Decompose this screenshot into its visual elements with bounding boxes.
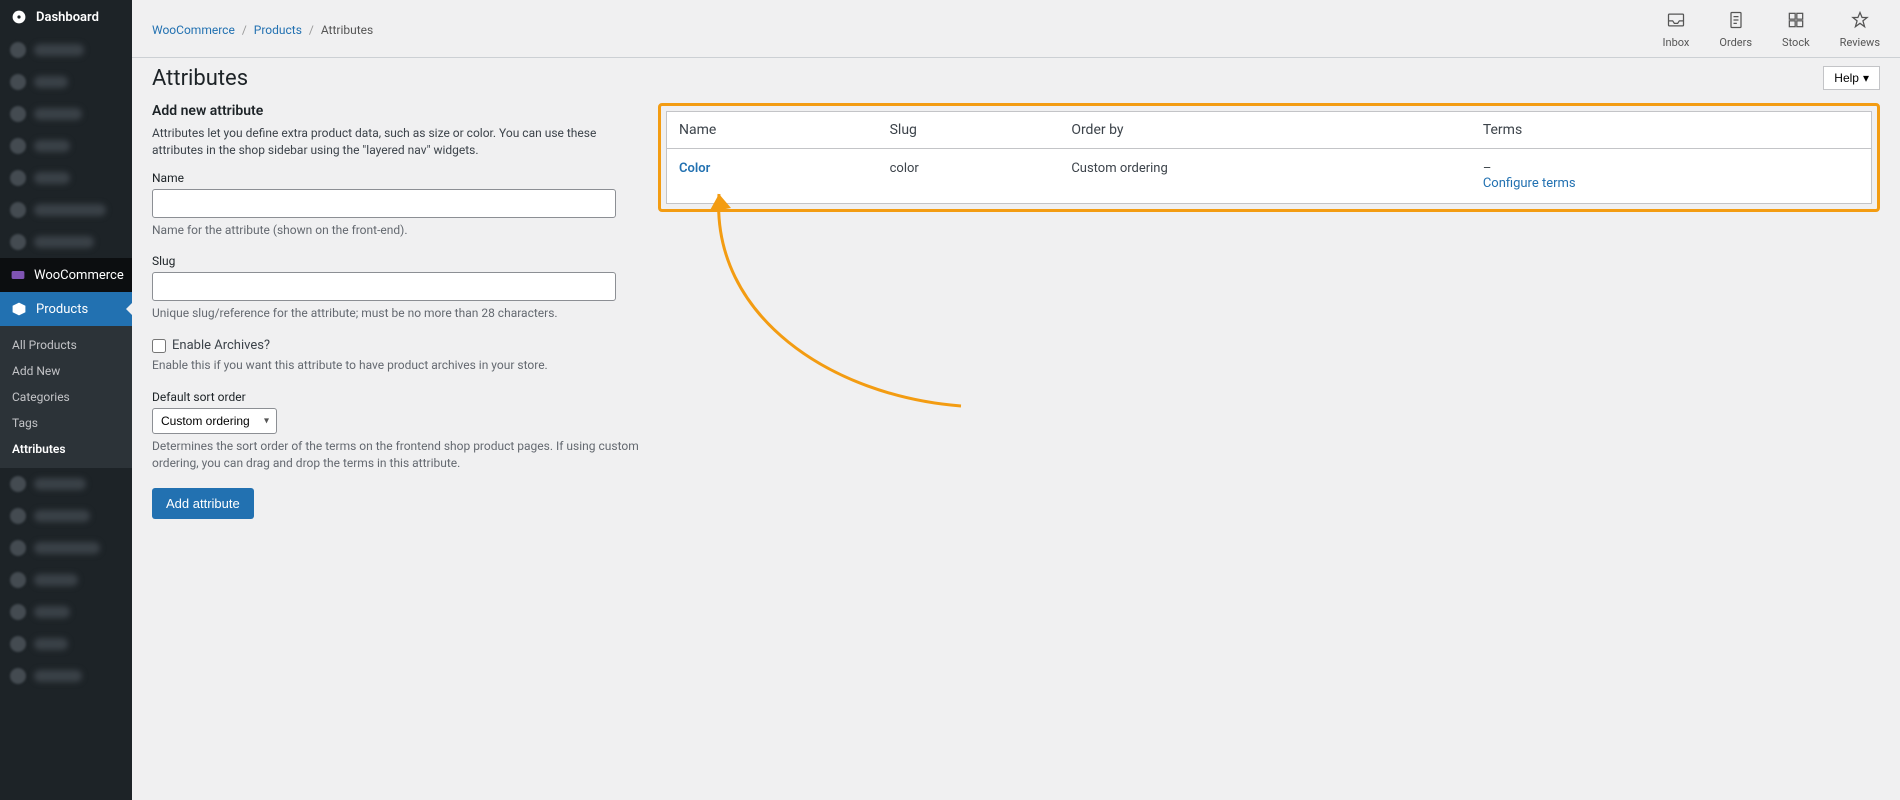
sidebar-item-blurred[interactable] — [0, 468, 132, 500]
breadcrumb-current: Attributes — [321, 23, 373, 37]
sort-label: Default sort order — [152, 390, 642, 404]
sidebar-item-blurred[interactable] — [0, 98, 132, 130]
submenu-tags[interactable]: Tags — [0, 410, 132, 436]
top-reviews[interactable]: Reviews — [1840, 10, 1880, 49]
slug-input[interactable] — [152, 272, 616, 301]
sidebar-item-blurred[interactable] — [0, 226, 132, 258]
reviews-icon — [1850, 10, 1870, 34]
sidebar-item-blurred[interactable] — [0, 194, 132, 226]
table-row: Color color Custom ordering – Configure … — [667, 149, 1872, 204]
stock-icon — [1786, 10, 1806, 34]
sidebar-item-blurred[interactable] — [0, 596, 132, 628]
top-orders[interactable]: Orders — [1719, 10, 1752, 49]
sidebar-item-blurred[interactable] — [0, 532, 132, 564]
sidebar-item-blurred[interactable] — [0, 162, 132, 194]
name-help: Name for the attribute (shown on the fro… — [152, 222, 642, 239]
attribute-slug: color — [878, 149, 1060, 204]
sidebar-submenu: All Products Add New Categories Tags Att… — [0, 326, 132, 468]
sort-help: Determines the sort order of the terms o… — [152, 438, 642, 472]
sidebar-item-blurred[interactable] — [0, 564, 132, 596]
products-icon — [10, 300, 28, 318]
top-inbox[interactable]: Inbox — [1663, 10, 1690, 49]
icon-caption: Reviews — [1840, 36, 1880, 49]
help-toggle[interactable]: Help ▾ — [1823, 66, 1880, 90]
sidebar-item-blurred[interactable] — [0, 34, 132, 66]
sidebar-item-blurred[interactable] — [0, 66, 132, 98]
sidebar-item-dashboard[interactable]: Dashboard — [0, 0, 132, 34]
breadcrumb-sep: / — [242, 23, 247, 37]
configure-terms-link[interactable]: Configure terms — [1483, 176, 1576, 191]
sidebar-item-products[interactable]: Products — [0, 292, 132, 326]
annotation-arrow — [701, 186, 981, 416]
breadcrumb-woocommerce[interactable]: WooCommerce — [152, 23, 235, 37]
sidebar-label: WooCommerce — [34, 268, 124, 283]
orders-icon — [1726, 10, 1746, 34]
th-slug: Slug — [878, 112, 1060, 149]
attribute-name-link[interactable]: Color — [679, 161, 710, 176]
form-section-title: Add new attribute — [152, 103, 642, 119]
slug-label: Slug — [152, 254, 642, 268]
chevron-down-icon: ▾ — [1863, 71, 1869, 85]
page-title: Attributes — [152, 66, 248, 91]
terms-dash: – — [1483, 161, 1492, 176]
sidebar-item-blurred[interactable] — [0, 500, 132, 532]
sidebar-label: Dashboard — [36, 10, 99, 25]
sidebar-item-blurred[interactable] — [0, 130, 132, 162]
dashboard-icon — [10, 8, 28, 26]
attributes-table: Name Slug Order by Terms Color color — [666, 111, 1872, 204]
slug-help: Unique slug/reference for the attribute;… — [152, 305, 642, 322]
submenu-all-products[interactable]: All Products — [0, 332, 132, 358]
help-label: Help — [1834, 71, 1859, 85]
icon-caption: Stock — [1782, 36, 1810, 49]
archives-label: Enable Archives? — [172, 338, 270, 353]
th-order: Order by — [1059, 112, 1471, 149]
th-name: Name — [667, 112, 878, 149]
add-attribute-button[interactable]: Add attribute — [152, 488, 254, 519]
breadcrumb-sep: / — [309, 23, 314, 37]
submenu-categories[interactable]: Categories — [0, 384, 132, 410]
sidebar-item-blurred[interactable] — [0, 628, 132, 660]
sort-order-select[interactable]: Custom ordering — [152, 408, 277, 434]
submenu-attributes[interactable]: Attributes — [0, 436, 132, 462]
name-input[interactable] — [152, 189, 616, 218]
sidebar-label: Products — [36, 302, 88, 317]
top-bar: WooCommerce / Products / Attributes Inbo… — [132, 0, 1900, 58]
icon-caption: Inbox — [1663, 36, 1690, 49]
woocommerce-icon — [10, 266, 26, 284]
submenu-add-new[interactable]: Add New — [0, 358, 132, 384]
breadcrumb: WooCommerce / Products / Attributes — [152, 23, 373, 37]
name-label: Name — [152, 171, 642, 185]
attribute-order: Custom ordering — [1059, 149, 1471, 204]
icon-caption: Orders — [1719, 36, 1752, 49]
sidebar-item-blurred[interactable] — [0, 660, 132, 692]
archives-checkbox[interactable] — [152, 339, 166, 353]
th-terms: Terms — [1471, 112, 1872, 149]
admin-sidebar: Dashboard WooCommerce Products All Produ… — [0, 0, 132, 800]
form-intro: Attributes let you define extra product … — [152, 125, 642, 159]
inbox-icon — [1666, 10, 1686, 34]
sidebar-item-woocommerce[interactable]: WooCommerce — [0, 258, 132, 292]
top-stock[interactable]: Stock — [1782, 10, 1810, 49]
add-attribute-form: Add new attribute Attributes let you def… — [152, 103, 642, 519]
breadcrumb-products[interactable]: Products — [254, 23, 302, 37]
archives-help: Enable this if you want this attribute t… — [152, 357, 642, 374]
attributes-table-highlight: Name Slug Order by Terms Color color — [658, 103, 1880, 212]
